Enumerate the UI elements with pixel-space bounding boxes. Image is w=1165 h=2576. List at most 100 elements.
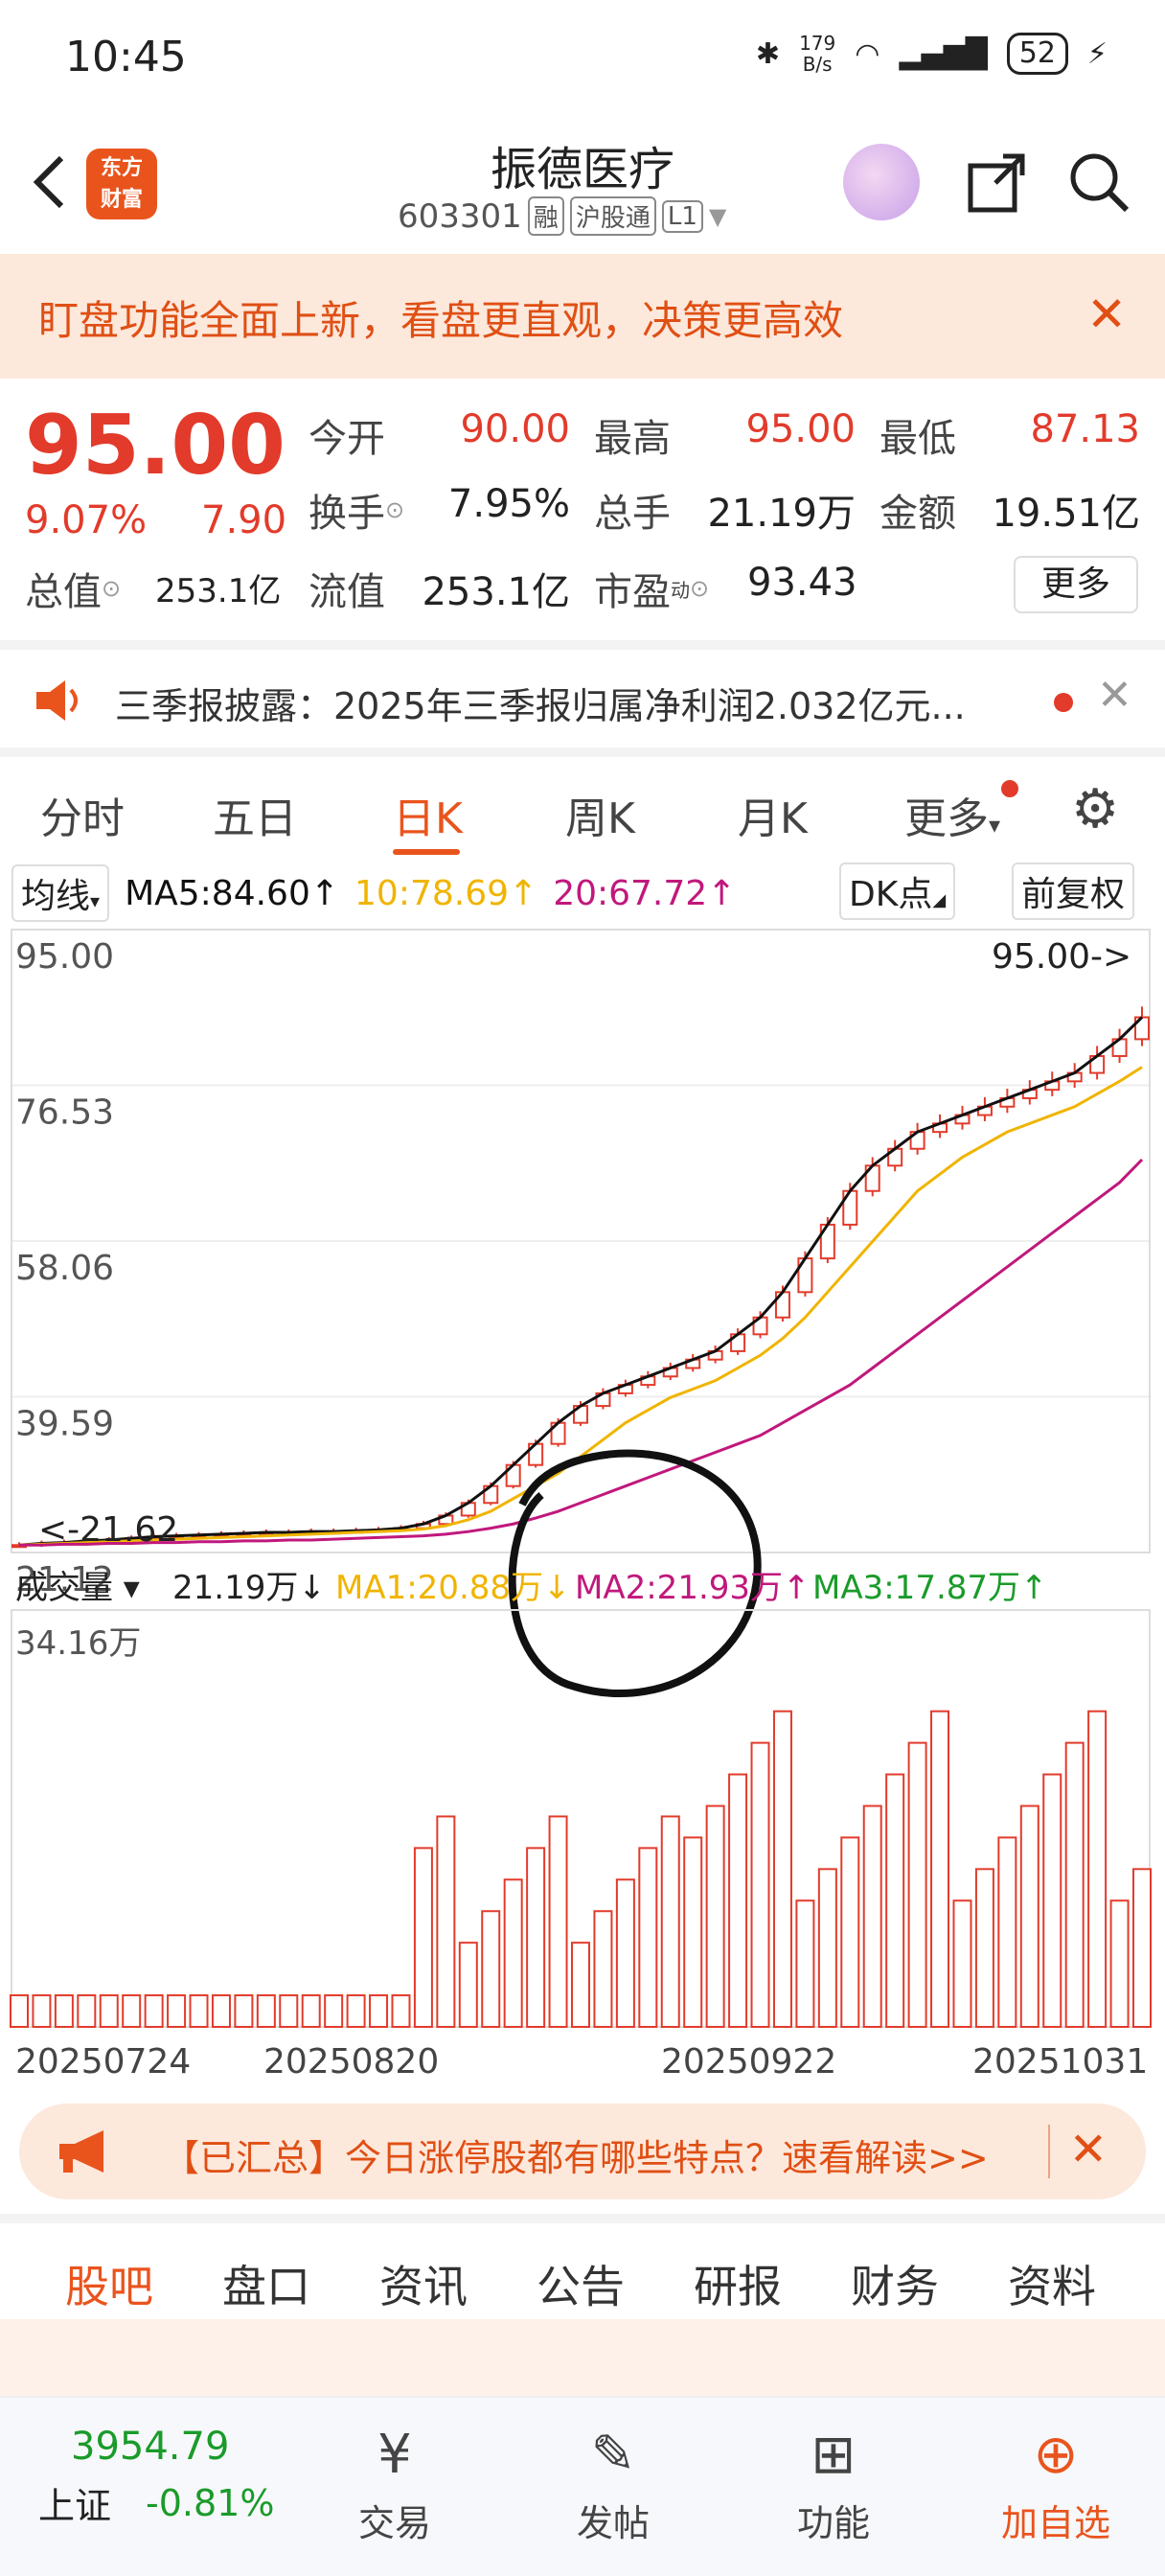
volume-bar <box>772 1710 792 2028</box>
yen-icon: ¥ <box>377 2424 412 2486</box>
unread-dot <box>1054 693 1073 712</box>
index-name: 上证 <box>38 2485 112 2527</box>
kline-chart[interactable]: 均线▾ MA5:84.60↑ 10:78.69↑ 20:67.72↑ DK点◢ … <box>0 853 1165 2089</box>
news-strip[interactable]: 三季报披露：2025年三季报归属净利润2.032亿元... ✕ <box>0 640 1165 746</box>
net-speed: 179 B/s <box>799 32 836 76</box>
volume-select: 成交量 ▾ <box>15 1569 140 1607</box>
search-icon[interactable] <box>1065 149 1132 216</box>
megaphone-icon <box>59 2130 103 2173</box>
assistant-avatar[interactable] <box>843 144 920 220</box>
volume-bar <box>660 1815 680 2028</box>
tab-intraday[interactable]: 分时 <box>40 784 125 845</box>
feature-banner[interactable]: 盯盘功能全面上新，看盘更直观，决策更高效 ✕ <box>0 254 1165 379</box>
new-dot <box>1001 780 1018 797</box>
price-adjust-select[interactable]: 前复权 <box>1012 862 1135 920</box>
low-price-tag: <-21.62 <box>38 1510 178 1550</box>
tab-five-day[interactable]: 五日 <box>213 784 297 845</box>
info-icon[interactable]: ⊙ <box>102 575 121 602</box>
info-icon[interactable]: ⊙ <box>385 496 404 523</box>
tab-more[interactable]: 更多▾ <box>904 784 1000 845</box>
tab-weekly-k[interactable]: 周K <box>565 784 635 845</box>
ma20-legend: 20:67.72↑ <box>553 873 737 913</box>
dropdown-icon: ◢ <box>932 890 947 910</box>
volume-bar <box>974 1868 994 2029</box>
float-label: 流值 <box>308 570 385 614</box>
period-tabs: 分时 五日 日K 周K 月K 更多▾ ⚙ <box>0 748 1165 855</box>
volume-bar <box>885 1773 905 2028</box>
high-value: 95.00 <box>745 407 856 451</box>
volume-bar <box>324 1994 344 2029</box>
tab-announcements[interactable]: 公告 <box>537 2252 625 2315</box>
pe-label-text: 市盈 <box>594 570 671 614</box>
banner-text: 盯盘功能全面上新，看盘更直观，决策更高效 <box>38 297 844 344</box>
promo-bar[interactable]: 【已汇总】今日涨停股都有哪些特点？速看解读>> ✕ <box>19 2104 1146 2199</box>
share-icon[interactable] <box>963 149 1030 216</box>
news-text: 三季报披露：2025年三季报归属净利润2.032亿元... <box>115 685 966 727</box>
volume-bar <box>54 1994 74 2029</box>
dk-point-select[interactable]: DK点◢ <box>839 862 956 920</box>
index-value: 3954.79 <box>71 2425 230 2469</box>
battery-indicator: 52 <box>1006 33 1068 75</box>
tab-monthly-k[interactable]: 月K <box>738 784 808 845</box>
volume-bar <box>279 1994 299 2029</box>
tab-pankou[interactable]: 盘口 <box>222 2252 310 2315</box>
volume-bar <box>728 1773 748 2028</box>
more-button[interactable]: 更多 <box>1014 556 1138 613</box>
tab-daily-k[interactable]: 日K <box>393 784 463 845</box>
grid-icon: ⊞ <box>811 2424 857 2486</box>
nav-add-watchlist[interactable]: ⊕ 加自选 <box>979 2417 1132 2546</box>
y-tick-label: 76.53 <box>15 1093 114 1133</box>
volume-bar <box>997 1836 1017 2028</box>
stock-code-row[interactable]: 603301 融 沪股通 L1 ▼ <box>398 196 726 236</box>
nav-post-label: 发帖 <box>576 2502 650 2544</box>
volume-bar <box>10 1994 29 2029</box>
mcap-label: 总值 ⊙ <box>25 561 121 616</box>
volume-bar <box>32 1994 52 2029</box>
tab-guba[interactable]: 股吧 <box>65 2252 153 2315</box>
dk-label: DK点 <box>849 875 933 914</box>
date-label: 20250820 <box>263 2042 439 2082</box>
pe-superscript: 动 <box>671 578 690 602</box>
ma-line-1 <box>18 1016 1144 1547</box>
nav-post[interactable]: ✎ 发帖 <box>537 2417 690 2546</box>
tag-margin: 融 <box>527 196 564 236</box>
chart-canvas[interactable]: 95.0076.5358.0639.5921.1295.00-><-21.62成… <box>0 920 1165 2089</box>
y-tick-label: 58.06 <box>15 1249 114 1288</box>
info-icon[interactable]: ⊙ <box>690 575 709 602</box>
volume-bar <box>638 1847 658 2029</box>
open-label: 今开 <box>308 417 385 461</box>
tab-research[interactable]: 研报 <box>694 2252 782 2315</box>
pe-label: 市盈动 ⊙ <box>594 561 709 616</box>
quote-panel: 95.00 9.07% 7.90 今开 90.00 最高 95.00 最低 87… <box>0 379 1165 637</box>
ma10-legend: 10:78.69↑ <box>354 873 538 913</box>
volume-bar <box>346 1994 366 2029</box>
nav-add-label: 加自选 <box>1000 2502 1110 2544</box>
close-icon[interactable]: ✕ <box>1097 671 1132 720</box>
nav-function[interactable]: ⊞ 功能 <box>757 2417 910 2546</box>
volume-bar <box>234 1994 254 2029</box>
tab-profile[interactable]: 资料 <box>1008 2252 1096 2315</box>
high-label: 最高 <box>594 417 671 461</box>
turnover-label: 换手 ⊙ <box>308 482 404 538</box>
index-change: -0.81% <box>146 2481 275 2524</box>
gear-icon[interactable]: ⚙ <box>1071 778 1119 840</box>
vol-ma3-legend: MA3:17.87万↑ <box>812 1569 1048 1607</box>
low-label: 最低 <box>879 417 956 461</box>
volume-bar <box>1132 1868 1152 2029</box>
ma-select[interactable]: 均线▾ <box>11 864 110 922</box>
y-tick-label: 39.59 <box>15 1405 114 1444</box>
tab-news[interactable]: 资讯 <box>379 2252 468 2315</box>
bluetooth-icon: ✱ <box>755 36 781 71</box>
cards-peek <box>0 2319 1165 2396</box>
volume-bar <box>750 1741 770 2028</box>
volume-bar <box>1109 1899 1130 2028</box>
close-icon[interactable]: ✕ <box>1086 287 1127 342</box>
tab-finance[interactable]: 财务 <box>851 2252 939 2315</box>
close-icon[interactable]: ✕ <box>1069 2123 1108 2176</box>
clock: 10:45 <box>65 33 187 81</box>
nav-trade[interactable]: ¥ 交易 <box>318 2417 471 2546</box>
volume-value: 21.19万 <box>707 492 856 536</box>
index-ticker[interactable]: 3954.79 上证 -0.81% <box>38 2425 287 2529</box>
volume-bar <box>930 1710 950 2028</box>
dropdown-icon: ▾ <box>90 889 101 912</box>
